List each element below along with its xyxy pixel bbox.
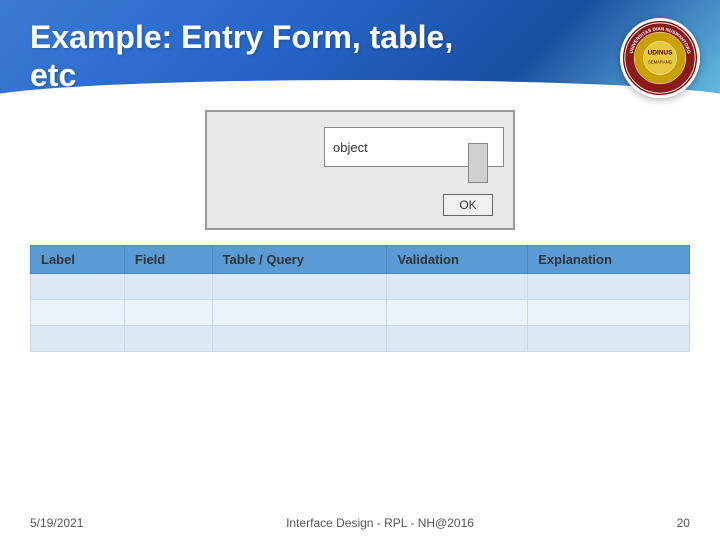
table-cell <box>387 326 528 352</box>
table-row <box>31 274 690 300</box>
table-header-row: Label Field Table / Query Validation Exp… <box>31 246 690 274</box>
svg-text:SEMARANG: SEMARANG <box>648 60 672 65</box>
dialog-scroll <box>468 143 488 183</box>
table-cell <box>31 300 125 326</box>
col-label: Label <box>31 246 125 274</box>
dialog-mockup: object OK <box>205 110 515 230</box>
dialog-ok-button[interactable]: OK <box>443 194 493 216</box>
svg-text:UDINUS: UDINUS <box>648 49 673 56</box>
header: Example: Entry Form, table, etc UDINUS S… <box>0 0 720 108</box>
table-cell <box>124 326 212 352</box>
university-logo: UDINUS SEMARANG UNIVERSITAS DIAN NUSWANT… <box>620 18 700 98</box>
col-validation: Validation <box>387 246 528 274</box>
table-cell <box>387 274 528 300</box>
table-cell <box>212 326 387 352</box>
table-cell <box>31 274 125 300</box>
ok-label: OK <box>459 198 476 212</box>
col-explanation: Explanation <box>528 246 690 274</box>
col-table-query: Table / Query <box>212 246 387 274</box>
table-cell <box>528 274 690 300</box>
table-cell <box>212 274 387 300</box>
col-field: Field <box>124 246 212 274</box>
title-line2: etc <box>30 57 76 93</box>
properties-table: Label Field Table / Query Validation Exp… <box>30 245 690 352</box>
dialog-input-area: object <box>324 127 504 167</box>
page-title: Example: Entry Form, table, etc <box>30 18 453 95</box>
table-cell <box>528 326 690 352</box>
table-cell <box>124 300 212 326</box>
table-cell <box>387 300 528 326</box>
table-row <box>31 326 690 352</box>
table-cell <box>31 326 125 352</box>
table-cell <box>124 274 212 300</box>
title-line1: Example: Entry Form, table, <box>30 19 453 55</box>
table-cell <box>528 300 690 326</box>
table-row <box>31 300 690 326</box>
main-content: object OK Label Field Table / Query Vali… <box>0 100 720 540</box>
table-cell <box>212 300 387 326</box>
dialog-input-text: object <box>333 140 368 155</box>
